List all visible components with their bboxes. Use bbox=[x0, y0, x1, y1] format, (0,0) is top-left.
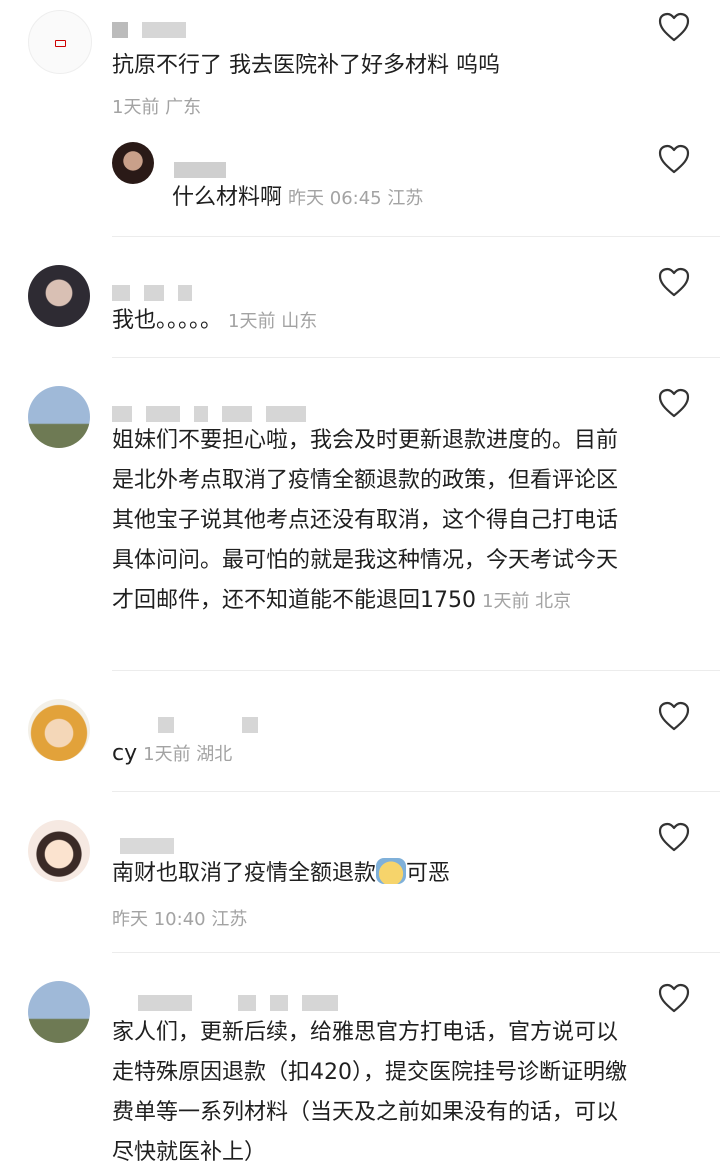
username-blurred[interactable] bbox=[138, 995, 352, 1011]
comment-text: 抗原不行了 我去医院补了好多材料 呜呜 bbox=[112, 53, 500, 78]
avatar[interactable] bbox=[28, 10, 92, 74]
comment-text: cy 1天前 湖北 bbox=[112, 734, 630, 775]
comment-meta: 1天前 北京 bbox=[482, 591, 572, 612]
username-blurred[interactable] bbox=[112, 22, 200, 38]
heart-icon[interactable] bbox=[658, 822, 690, 852]
username-blurred[interactable] bbox=[112, 406, 320, 422]
comment-text: 姐妹们不要担心啦，我会及时更新退款进度的。目前是北外考点取消了疫情全额退款的政策… bbox=[112, 421, 630, 622]
reply-item: 什么材料啊 昨天 06:45 江苏 bbox=[0, 130, 720, 236]
comment-item: 南财也取消了疫情全额退款 可恶 昨天 10:40 江苏 bbox=[0, 792, 720, 952]
battery-icon bbox=[55, 40, 66, 47]
heart-icon[interactable] bbox=[658, 144, 690, 174]
avatar[interactable] bbox=[28, 265, 90, 327]
comment-meta: 1天前 湖北 bbox=[143, 744, 233, 765]
avatar[interactable] bbox=[28, 699, 90, 761]
comment-text-content: cy bbox=[112, 741, 138, 766]
comment-text-content: 我也。。。。。 bbox=[112, 308, 223, 333]
comment-text-content: 南财也取消了疫情全额退款 bbox=[112, 861, 377, 886]
comment-text: 我也。。。。。 1天前 山东 bbox=[112, 301, 630, 342]
avatar[interactable] bbox=[28, 820, 90, 882]
username-blurred[interactable] bbox=[174, 162, 240, 178]
comment-meta: 1天前 广东 bbox=[112, 97, 202, 118]
comment-text-content: 姐妹们不要担心啦，我会及时更新退款进度的。目前是北外考点取消了疫情全额退款的政策… bbox=[112, 428, 619, 613]
comment-text: 南财也取消了疫情全额退款 可恶 bbox=[112, 854, 630, 894]
heart-icon[interactable] bbox=[658, 701, 690, 731]
username-blurred[interactable] bbox=[112, 285, 206, 301]
username-blurred[interactable] bbox=[120, 838, 188, 854]
comment-item: cy 1天前 湖北 bbox=[0, 671, 720, 791]
comment-item: 家人们，更新后续，给雅思官方打电话，官方说可以走特殊原因退款（扣420），提交医… bbox=[0, 953, 720, 1170]
avatar[interactable] bbox=[112, 142, 154, 184]
heart-icon[interactable] bbox=[658, 983, 690, 1013]
comment-item: 姐妹们不要担心啦，我会及时更新退款进度的。目前是北外考点取消了疫情全额退款的政策… bbox=[0, 358, 720, 670]
comment-text-content: 家人们，更新后续，给雅思官方打电话，官方说可以走特殊原因退款（扣420），提交医… bbox=[112, 1020, 627, 1165]
heart-icon[interactable] bbox=[658, 12, 690, 42]
reply-text-content: 什么材料啊 bbox=[172, 185, 283, 210]
comment-item: 我也。。。。。 1天前 山东 bbox=[0, 237, 720, 357]
comment-meta: 昨天 10:40 江苏 bbox=[112, 909, 248, 930]
crying-emoji-icon bbox=[376, 858, 407, 884]
comment-meta: 1天前 山东 bbox=[228, 311, 318, 332]
heart-icon[interactable] bbox=[658, 267, 690, 297]
reply-meta: 昨天 06:45 江苏 bbox=[288, 188, 424, 209]
comment-item: 抗原不行了 我去医院补了好多材料 呜呜 1天前 广东 bbox=[0, 0, 720, 130]
avatar[interactable] bbox=[28, 981, 90, 1043]
comment-text: 家人们，更新后续，给雅思官方打电话，官方说可以走特殊原因退款（扣420），提交医… bbox=[112, 1013, 630, 1173]
avatar[interactable] bbox=[28, 386, 90, 448]
reply-text: 什么材料啊 昨天 06:45 江苏 bbox=[172, 178, 630, 219]
username-blurred[interactable] bbox=[158, 717, 272, 733]
heart-icon[interactable] bbox=[658, 388, 690, 418]
comment-text-tail: 可恶 bbox=[406, 861, 451, 886]
